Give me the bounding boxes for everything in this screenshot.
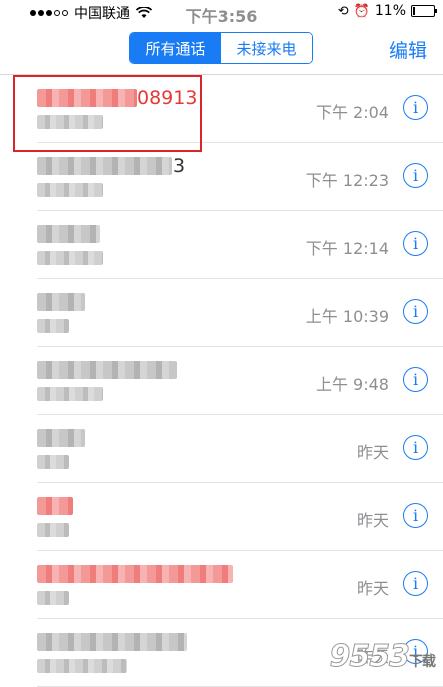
call-row[interactable]: 上午 9:48 i bbox=[0, 347, 443, 415]
redacted-number bbox=[37, 633, 187, 651]
call-time: 下午 2:04 bbox=[315, 103, 389, 122]
info-icon[interactable]: i bbox=[403, 95, 428, 120]
call-row[interactable]: 昨天 i bbox=[0, 415, 443, 483]
redacted-label bbox=[37, 251, 103, 265]
call-time: 昨天 bbox=[356, 511, 389, 530]
redacted-label bbox=[37, 183, 103, 197]
redacted-label bbox=[37, 591, 69, 605]
info-icon[interactable]: i bbox=[403, 571, 428, 596]
redacted-name bbox=[37, 293, 85, 311]
redacted-number bbox=[37, 157, 172, 175]
info-icon[interactable]: i bbox=[403, 163, 428, 188]
redacted-label bbox=[37, 659, 127, 673]
redacted-number bbox=[37, 565, 233, 583]
status-right: ⟲ ⏰ 11% bbox=[337, 3, 437, 19]
call-time: 下午 12:14 bbox=[305, 239, 389, 258]
redacted-number bbox=[37, 361, 177, 379]
watermark-sub: 下载 bbox=[409, 654, 436, 670]
info-icon[interactable]: i bbox=[403, 299, 428, 324]
call-row[interactable]: 3 下午 12:23 i bbox=[0, 143, 443, 211]
info-icon[interactable]: i bbox=[403, 231, 428, 256]
redacted-label bbox=[37, 387, 103, 401]
call-row[interactable]: 下午 12:14 i bbox=[0, 211, 443, 279]
call-time: 上午 10:39 bbox=[305, 307, 389, 326]
battery-percent: 11% bbox=[374, 3, 406, 19]
redacted-label bbox=[37, 319, 69, 333]
watermark-text: 9553 bbox=[329, 639, 410, 675]
watermark-logo: 9553下载 bbox=[329, 639, 436, 675]
alarm-icon: ⏰ bbox=[353, 3, 370, 19]
highlight-box bbox=[13, 75, 202, 152]
recent-calls-list: 08913 下午 2:04 i 3 下午 12:23 i 下午 12:14 i … bbox=[0, 75, 443, 687]
edit-button[interactable]: 编辑 bbox=[389, 36, 427, 63]
redacted-name bbox=[37, 497, 73, 515]
redacted-label bbox=[37, 523, 69, 537]
call-row[interactable]: 昨天 i bbox=[0, 551, 443, 619]
orientation-lock-icon: ⟲ bbox=[337, 3, 349, 19]
call-filter-segmented-control: 所有通话 未接来电 bbox=[129, 32, 313, 64]
battery-icon bbox=[411, 5, 437, 17]
call-name: 3 bbox=[173, 155, 186, 177]
call-time: 下午 12:23 bbox=[305, 171, 389, 190]
segment-all-calls[interactable]: 所有通话 bbox=[130, 33, 221, 63]
segment-missed-calls[interactable]: 未接来电 bbox=[221, 33, 312, 63]
call-row[interactable]: 上午 10:39 i bbox=[0, 279, 443, 347]
redacted-name bbox=[37, 429, 85, 447]
redacted-name bbox=[37, 225, 100, 243]
info-icon[interactable]: i bbox=[403, 367, 428, 392]
info-icon[interactable]: i bbox=[403, 435, 428, 460]
info-icon[interactable]: i bbox=[403, 503, 428, 528]
call-time: 昨天 bbox=[356, 579, 389, 598]
call-time: 上午 9:48 bbox=[315, 375, 389, 394]
redacted-label bbox=[37, 455, 69, 469]
call-time: 昨天 bbox=[356, 443, 389, 462]
call-row[interactable]: 昨天 i bbox=[0, 483, 443, 551]
status-bar: 中国联通 下午3:56 ⟲ ⏰ 11% bbox=[0, 0, 443, 26]
